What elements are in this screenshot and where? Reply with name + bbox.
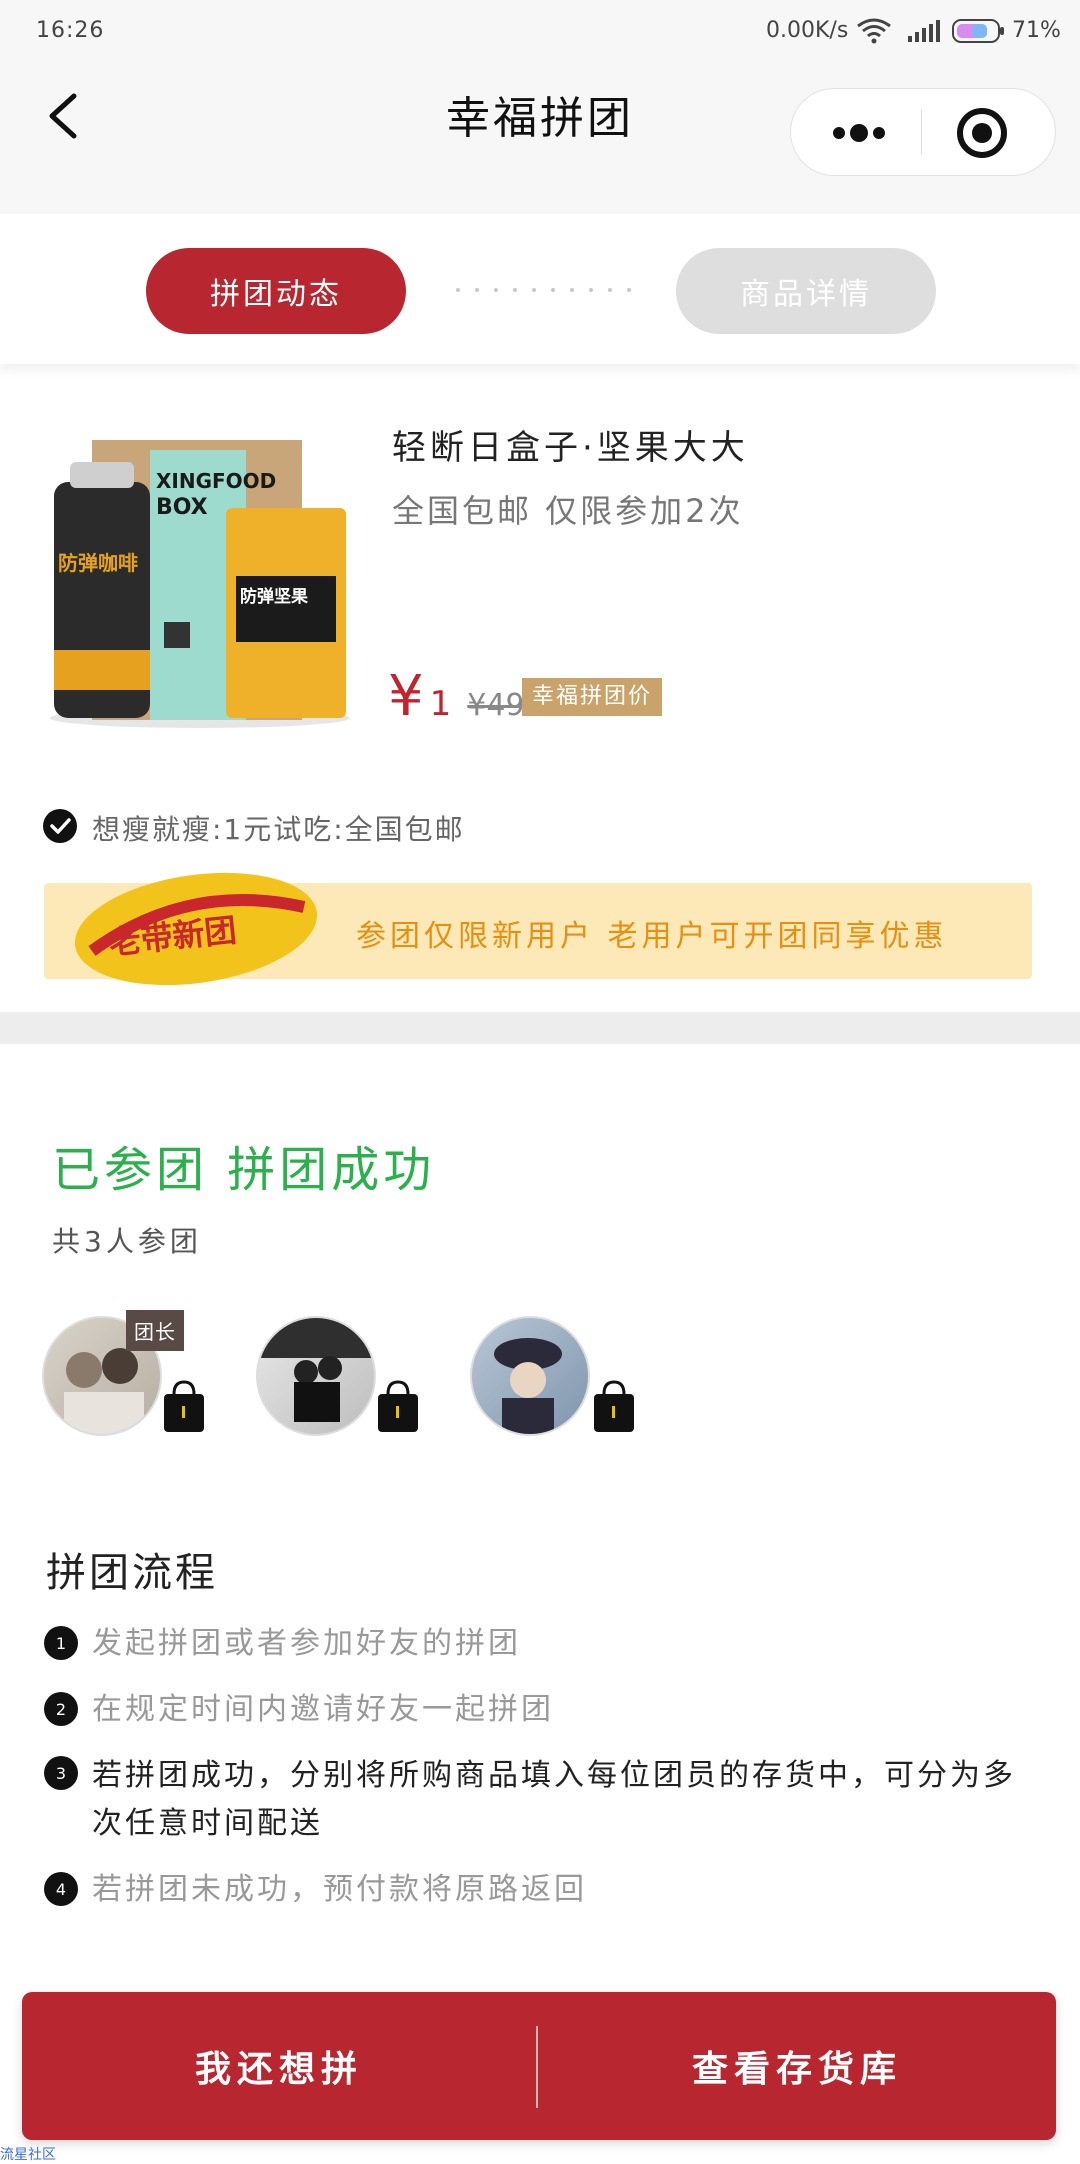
product-subtitle: 全国包邮 仅限参加2次 [392,492,744,530]
member-avatar[interactable] [470,1316,590,1436]
can-label: 防弹咖啡 [58,551,138,575]
tab-product-detail[interactable]: 商品详情 [676,248,936,334]
bag-label: 防弹坚果 [240,586,308,607]
step-text: 若拼团成功，分别将所购商品填入每位团员的存货中，可分为多次任意时间配送 [92,1758,1016,1841]
box-label-2: BOX [156,495,208,520]
step-number: 3 [44,1756,78,1790]
member-avatar[interactable] [256,1316,376,1436]
tab-dots-separator [456,288,631,292]
shopping-bag-icon [594,1380,634,1432]
bottom-action-bar: 我还想拼 查看存货库 [22,1992,1056,2140]
battery-icon [952,19,1004,43]
product-image: XINGFOOD BOX 防弹咖啡 防弹坚果 [50,440,350,728]
shopping-bag-icon [164,1380,204,1432]
step-number: 4 [44,1872,78,1906]
miniprogram-capsule [790,88,1056,176]
footer-link[interactable]: 流星社区 [0,2144,56,2164]
step-text: 发起拼团或者参加好友的拼团 [92,1626,521,1661]
section-divider [0,1012,1080,1044]
process-title: 拼团流程 [46,1550,218,1596]
battery-level: 71% [1012,18,1061,43]
price-value: 1 [429,684,452,724]
view-inventory-button[interactable]: 查看存货库 [538,1992,1056,2140]
tab-bar: 拼团动态 商品详情 [0,214,1080,364]
join-again-button[interactable]: 我还想拼 [22,1992,536,2140]
more-icon[interactable] [791,89,921,175]
step-text: 在规定时间内邀请好友一起拼团 [92,1692,554,1727]
close-miniprogram-icon[interactable] [922,89,1054,175]
shopping-bag-icon [378,1380,418,1432]
banner-text: 参团仅限新用户 老用户可开团同享优惠 [356,919,948,954]
old-bring-new-logo: 老带新团 [74,872,318,986]
price-row: ¥ 1 ¥49 [388,664,525,734]
product-name: 轻断日盒子·坚果大大 [392,428,749,468]
step-text: 若拼团未成功，预付款将原路返回 [92,1872,587,1907]
promo-banner: 老带新团 参团仅限新用户 老用户可开团同享优惠 [44,872,1032,986]
network-speed: 0.00K/s [766,18,849,43]
group-member-count: 共3人参团 [52,1225,202,1258]
wifi-icon [857,18,891,44]
check-circle-icon [43,809,77,843]
box-label: XINGFOOD [156,469,276,493]
step-number: 2 [44,1692,78,1726]
price-currency: ¥ [388,664,424,729]
leader-badge: 团长 [126,1310,184,1351]
price-tag-badge: 幸福拼团价 [522,678,663,716]
signal-icon [908,20,940,42]
original-price: ¥49 [467,688,525,723]
step-number: 1 [44,1626,78,1660]
tab-group-dynamics[interactable]: 拼团动态 [146,248,406,334]
group-status: 已参团 拼团成功 [52,1142,436,1198]
status-time: 16:26 [36,18,105,43]
promo-text: 想瘦就瘦:1元试吃:全国包邮 [92,813,465,846]
